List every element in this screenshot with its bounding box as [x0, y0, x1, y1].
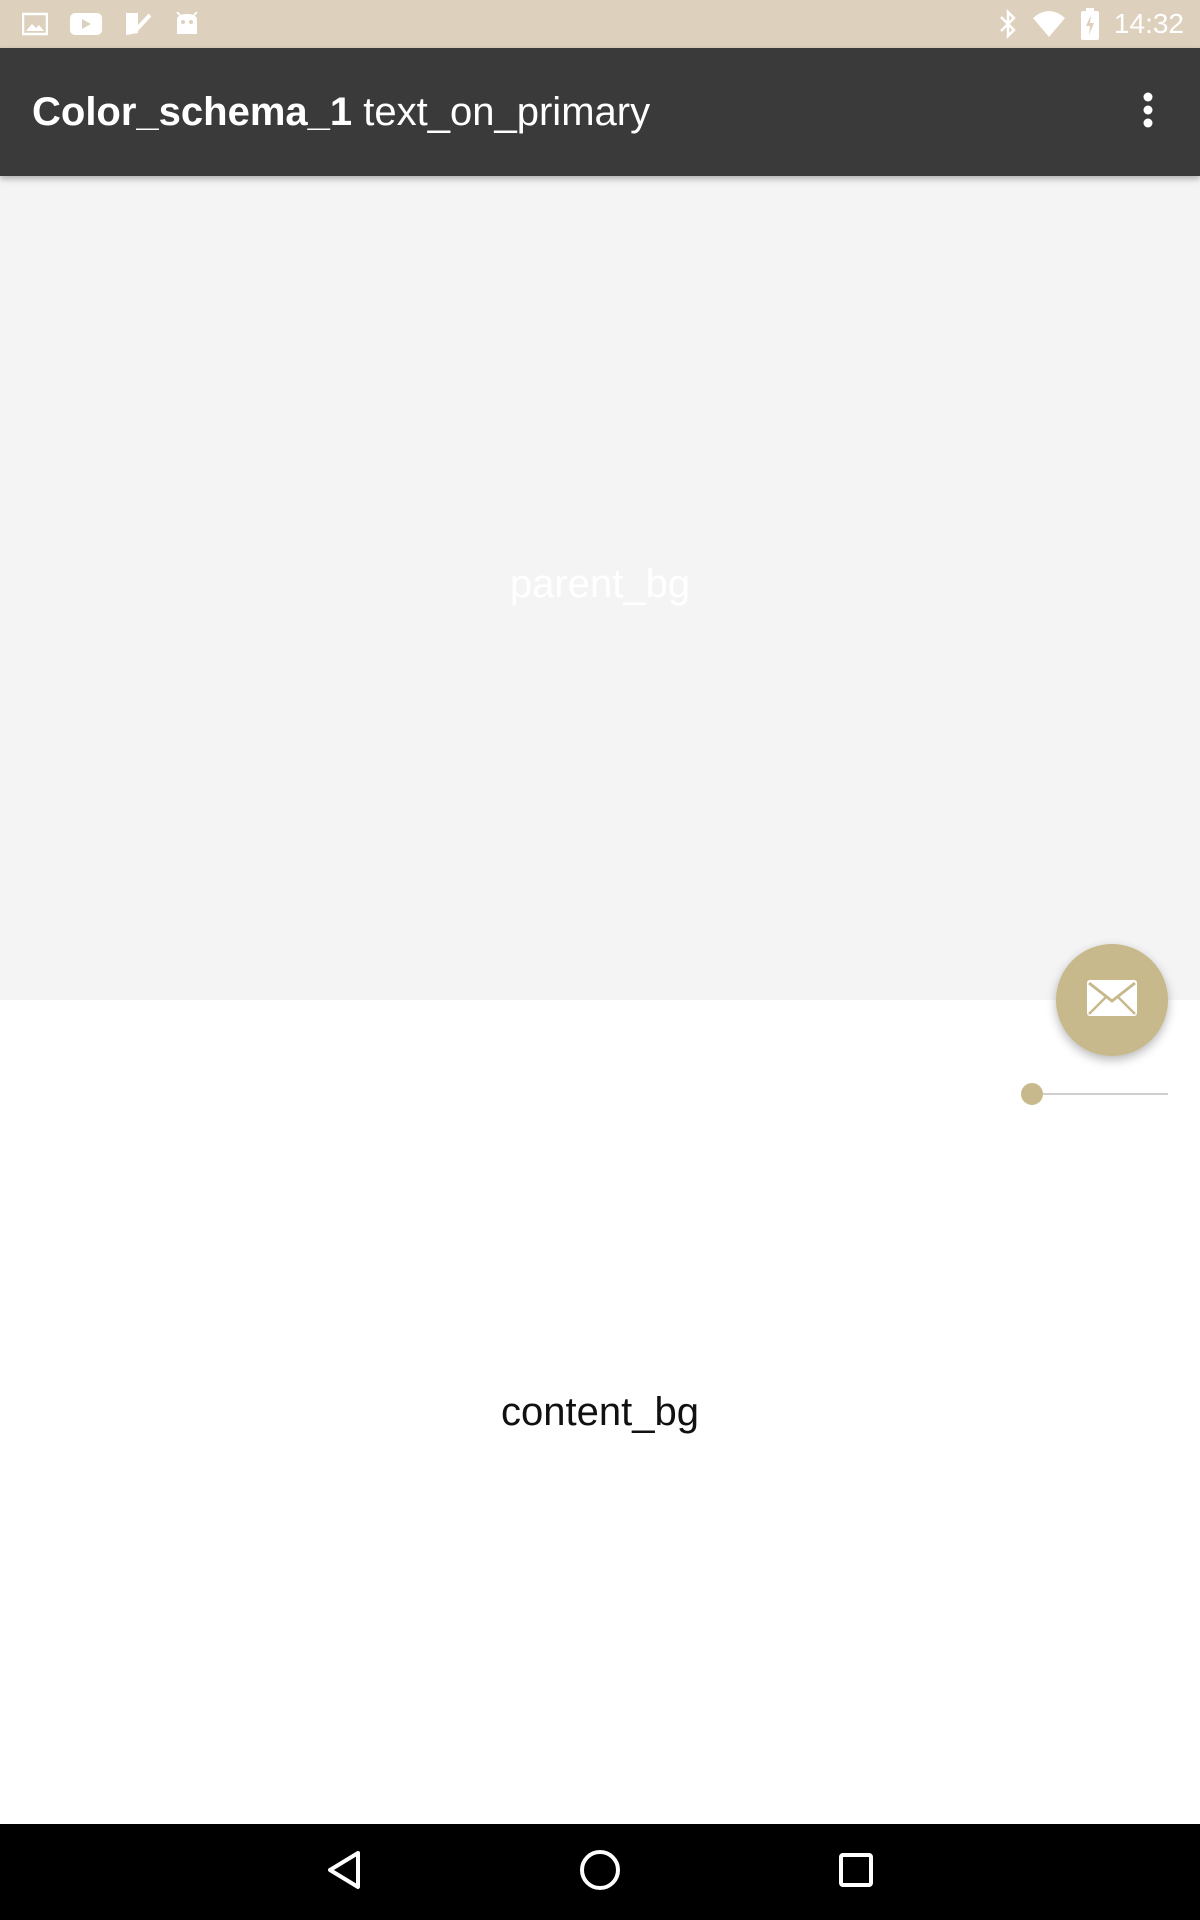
- more-vert-icon: [1142, 92, 1154, 133]
- navigation-bar: [0, 1824, 1200, 1920]
- battery-charging-icon: [1080, 8, 1100, 40]
- status-bar: 14:32: [0, 0, 1200, 48]
- back-button[interactable]: [314, 1842, 374, 1902]
- home-icon: [579, 1849, 621, 1896]
- more-options-button[interactable]: [1114, 78, 1182, 146]
- mail-fab-button[interactable]: [1056, 944, 1168, 1056]
- bluetooth-icon: [998, 9, 1018, 39]
- recents-icon: [838, 1852, 874, 1893]
- content-bg-panel: content_bg: [0, 1000, 1200, 1824]
- gallery-icon: [22, 12, 48, 36]
- home-button[interactable]: [570, 1842, 630, 1902]
- youtube-icon: [70, 12, 102, 36]
- slider-track: [1032, 1093, 1168, 1095]
- parent-bg-panel: parent_bg: [0, 176, 1200, 1000]
- seek-slider[interactable]: [1020, 1078, 1168, 1110]
- android-icon: [174, 12, 200, 36]
- title-schema: Color_schema_1: [32, 90, 353, 134]
- status-time: 14:32: [1113, 8, 1184, 39]
- app-bar: Color_schema_1 text_on_primary: [0, 48, 1200, 176]
- page-title: Color_schema_1 text_on_primary: [32, 48, 650, 176]
- parent-bg-label: parent_bg: [509, 562, 691, 606]
- wifi-icon: [1032, 10, 1066, 38]
- back-icon: [326, 1850, 362, 1895]
- content-bg-label: content_bg: [501, 1390, 699, 1434]
- recents-button[interactable]: [826, 1842, 886, 1902]
- mail-icon: [1086, 979, 1138, 1022]
- tasks-icon: [124, 11, 152, 37]
- slider-thumb[interactable]: [1021, 1083, 1043, 1105]
- title-role: text_on_primary: [363, 90, 651, 134]
